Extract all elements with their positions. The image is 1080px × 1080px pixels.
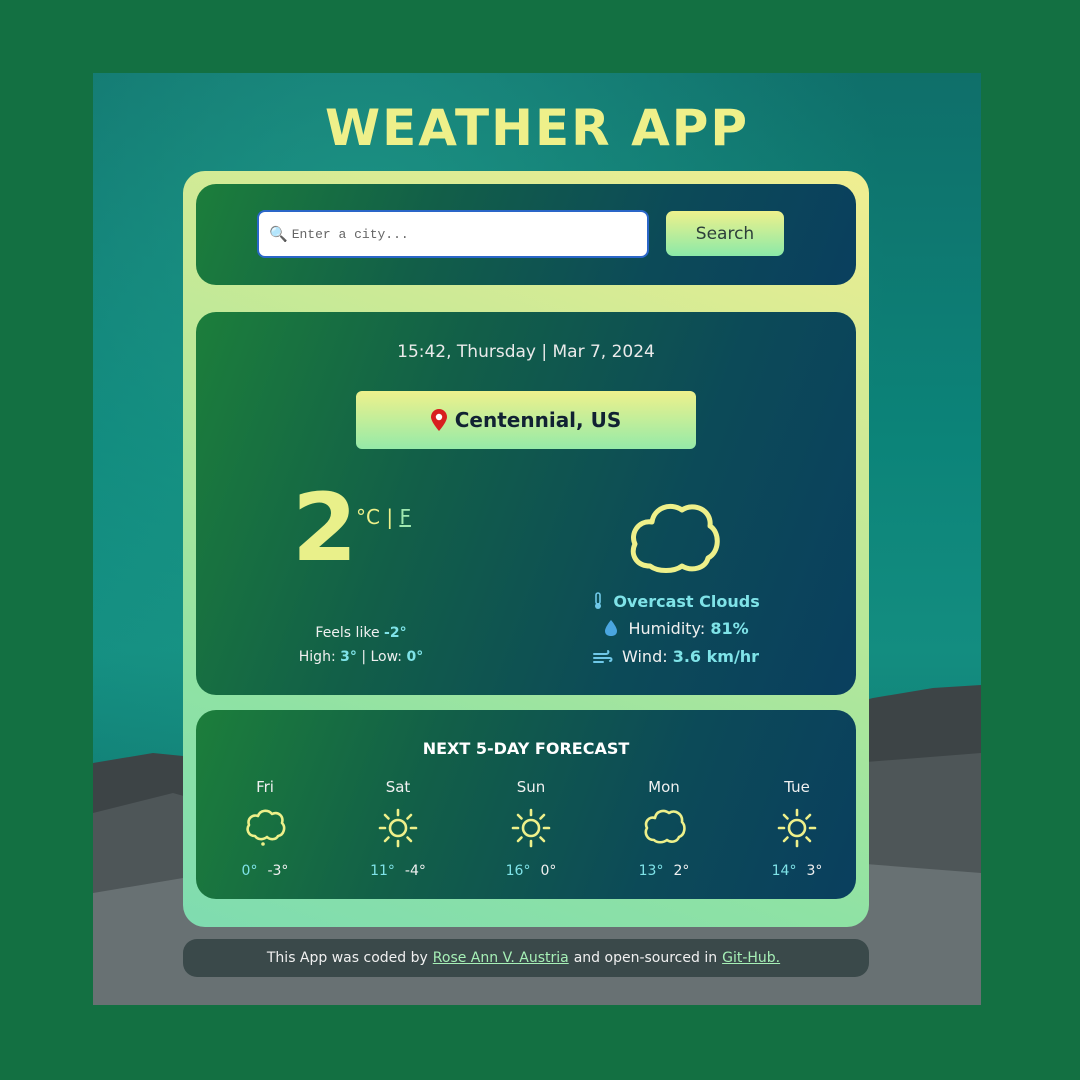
wind-icon xyxy=(592,650,613,663)
day-high: 13° xyxy=(638,863,664,879)
low-label: Low: xyxy=(370,649,403,665)
wind: Wind: 3.6 km/hr xyxy=(526,647,826,666)
weather-description: Overcast Clouds xyxy=(526,592,826,611)
water-drop-icon xyxy=(605,620,618,636)
city-search-input[interactable] xyxy=(289,225,634,243)
forecast-day-sun: Sun 16° 0° xyxy=(481,778,581,879)
day-temps: 16° 0° xyxy=(481,863,581,879)
high-low-separator: | xyxy=(361,649,367,665)
high-label: High: xyxy=(298,649,336,665)
day-name: Sun xyxy=(516,778,546,796)
app-title: WEATHER APP xyxy=(324,99,750,157)
day-temps: 14° 3° xyxy=(747,863,847,879)
humidity-label: Humidity: xyxy=(628,619,706,638)
day-low: 3° xyxy=(806,863,823,879)
day-name: Fri xyxy=(256,778,274,796)
unit-celsius[interactable]: °C xyxy=(356,505,380,529)
location-name: Centennial, US xyxy=(454,408,622,432)
sun-icon xyxy=(777,808,817,848)
high-value: 3° xyxy=(340,649,357,665)
feels-like-value: -2° xyxy=(384,625,407,641)
day-low: -3° xyxy=(267,863,289,879)
current-weather-panel: 15:42, Thursday | Mar 7, 2024 Centennial… xyxy=(196,312,856,695)
github-link[interactable]: Git-Hub. xyxy=(722,950,780,966)
app-frame: WEATHER APP 🔍 Search 15:42, Thursday | M… xyxy=(93,73,981,1005)
day-temps: 0° -3° xyxy=(215,863,315,879)
forecast-day-fri: Fri 0° -3° xyxy=(215,778,315,879)
sun-icon xyxy=(378,808,418,848)
current-temperature: 2 xyxy=(292,474,358,583)
humidity: Humidity: 81% xyxy=(526,619,826,638)
thermometer-icon xyxy=(595,592,602,609)
footer-prefix: This App was coded by xyxy=(266,950,428,966)
date-time: 15:42, Thursday | Mar 7, 2024 xyxy=(397,342,655,362)
wind-label: Wind: xyxy=(622,647,668,666)
high-low: High: 3° | Low: 0° xyxy=(196,649,526,665)
forecast-title: NEXT 5-DAY FORECAST xyxy=(422,739,630,758)
search-button[interactable]: Search xyxy=(666,211,784,256)
feels-like-label: Feels like xyxy=(315,625,380,641)
day-low: 0° xyxy=(540,863,557,879)
day-name: Tue xyxy=(784,778,810,796)
forecast-panel: NEXT 5-DAY FORECAST Fri 0° -3° Sat 11° -… xyxy=(196,710,856,899)
sun-icon xyxy=(511,808,551,848)
unit-fahrenheit-link[interactable]: F xyxy=(399,505,411,529)
forecast-day-mon: Mon 13° 2° xyxy=(614,778,714,879)
day-low: -4° xyxy=(404,863,426,879)
humidity-value: 81% xyxy=(710,619,749,638)
day-high: 0° xyxy=(241,863,258,879)
cloud-icon xyxy=(630,504,720,573)
day-name: Mon xyxy=(648,778,680,796)
forecast-day-tue: Tue 14° 3° xyxy=(747,778,847,879)
day-temps: 11° -4° xyxy=(348,863,448,879)
feels-like: Feels like -2° xyxy=(196,625,526,641)
wind-value: 3.6 km/hr xyxy=(672,647,760,666)
location-badge: Centennial, US xyxy=(356,391,696,449)
cloud-icon xyxy=(644,809,686,844)
search-box[interactable]: 🔍 xyxy=(257,210,649,258)
rain-cloud-icon xyxy=(246,809,286,846)
unit-separator: | xyxy=(386,505,394,529)
forecast-day-sat: Sat 11° -4° xyxy=(348,778,448,879)
footer-middle: and open-sourced in xyxy=(573,950,718,966)
location-pin-icon xyxy=(430,409,447,431)
day-low: 2° xyxy=(673,863,690,879)
temperature-unit-toggle: °C | F xyxy=(356,505,411,529)
description-text: Overcast Clouds xyxy=(613,592,760,611)
day-name: Sat xyxy=(385,778,411,796)
day-temps: 13° 2° xyxy=(614,863,714,879)
low-value: 0° xyxy=(406,649,424,665)
day-high: 11° xyxy=(370,863,395,879)
day-high: 14° xyxy=(771,863,797,879)
search-panel: 🔍 Search xyxy=(196,184,856,285)
day-high: 16° xyxy=(505,863,531,879)
footer: This App was coded by Rose Ann V. Austri… xyxy=(183,939,869,977)
author-link[interactable]: Rose Ann V. Austria xyxy=(433,950,569,966)
weather-card: 🔍 Search 15:42, Thursday | Mar 7, 2024 C… xyxy=(183,171,869,927)
magnifier-icon: 🔍 xyxy=(269,226,288,243)
